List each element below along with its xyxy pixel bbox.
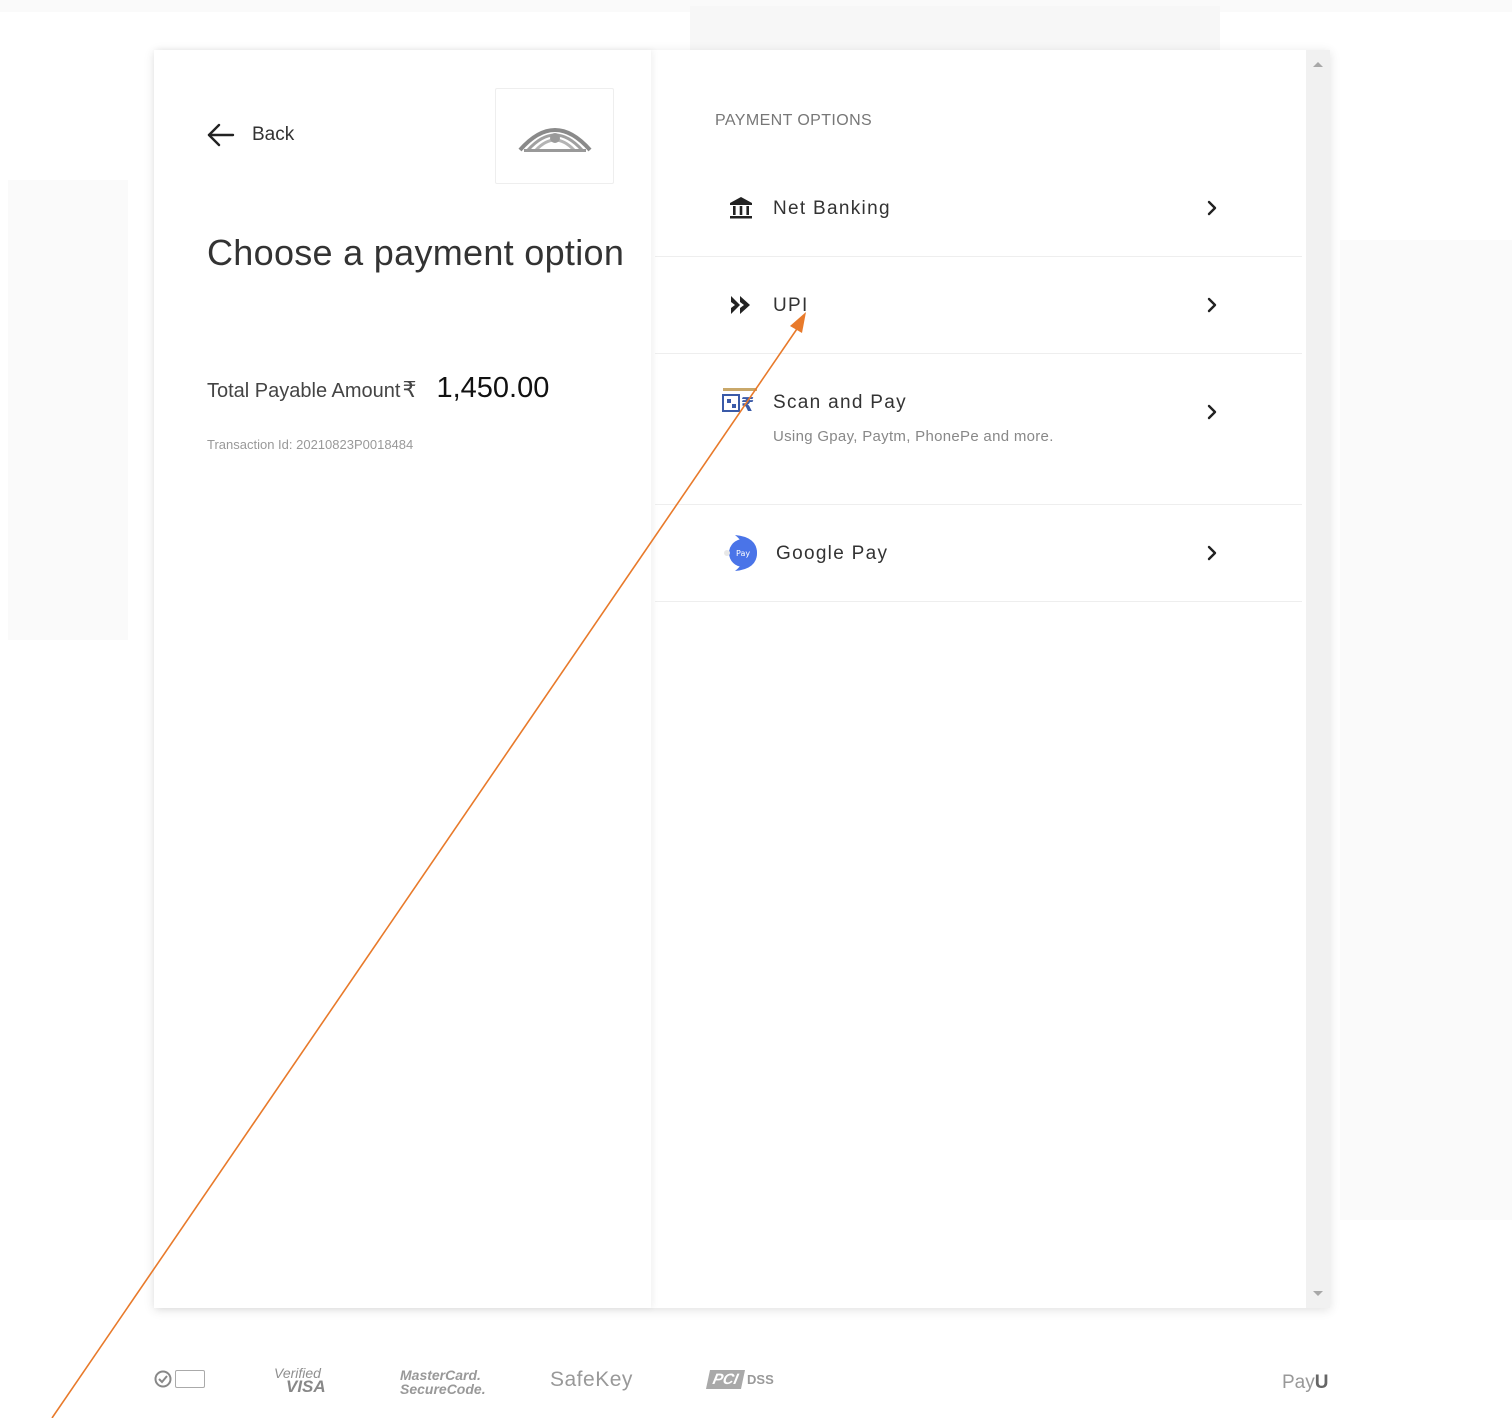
arrow-left-icon (207, 123, 235, 147)
visa-bottom-text: VISA (286, 1377, 326, 1396)
payment-card: Back Choose a payment option Total Payab… (154, 50, 1330, 1308)
option-title: Scan and Pay (773, 392, 907, 413)
option-title: Google Pay (776, 543, 889, 564)
upi-icon (721, 285, 761, 325)
background-band (690, 6, 1220, 50)
order-summary-panel: Back Choose a payment option Total Payab… (154, 50, 651, 1308)
payment-option-net-banking[interactable]: Net Banking (655, 160, 1302, 257)
payment-option-google-pay[interactable]: Pay Google Pay (655, 505, 1302, 602)
payment-option-scan-and-pay[interactable]: ₹ Scan and Pay Using Gpay, Paytm, PhoneP… (655, 354, 1302, 505)
background-band (1340, 240, 1512, 1220)
mastercard-top-text: MasterCard. (400, 1367, 481, 1383)
norton-secured-badge (154, 1370, 205, 1388)
mastercard-securecode-badge: MasterCard. SecureCode. (400, 1368, 486, 1396)
transaction-id: Transaction Id: 20210823P0018484 (207, 437, 414, 452)
payment-options-list: Net Banking UPI ₹ Scan and Pay Using Gpa… (655, 160, 1302, 602)
payu-logo: PayU (1282, 1372, 1328, 1394)
norton-logo (175, 1370, 205, 1388)
google-pay-icon: Pay (721, 533, 761, 573)
page-title: Choose a payment option (207, 232, 625, 273)
payment-options-panel: PAYMENT OPTIONS Net Banking UPI ₹ Scan a… (651, 50, 1330, 1308)
emblem-icon (517, 128, 592, 152)
amount-value: 1,450.00 (436, 372, 550, 404)
payment-option-upi[interactable]: UPI (655, 257, 1302, 354)
chevron-right-icon (1207, 404, 1217, 420)
background-band (8, 180, 128, 640)
bank-icon (721, 188, 761, 228)
svg-text:Pay: Pay (736, 549, 750, 558)
back-button[interactable]: Back (206, 120, 294, 150)
vertical-scrollbar[interactable] (1306, 50, 1330, 1308)
merchant-logo (495, 88, 614, 184)
chevron-right-icon (1207, 545, 1217, 561)
amount-label: Total Payable Amount (207, 380, 401, 402)
scroll-up-icon[interactable] (1313, 62, 1323, 67)
dss-text: DSS (747, 1372, 774, 1387)
back-label: Back (252, 124, 295, 145)
chevron-right-icon (1207, 297, 1217, 313)
scroll-down-icon[interactable] (1313, 1291, 1323, 1296)
qr-rupee-icon: ₹ (721, 382, 761, 422)
amex-safekey-badge: SafeKey (550, 1368, 633, 1391)
verified-by-visa-badge: Verified VISA (274, 1366, 326, 1396)
section-label: PAYMENT OPTIONS (715, 112, 873, 129)
pci-dss-badge: PCI DSS (705, 1370, 774, 1389)
option-subtitle: Using Gpay, Paytm, PhonePe and more. (773, 428, 1054, 445)
chevron-right-icon (1207, 200, 1217, 216)
svg-text:₹: ₹ (741, 394, 754, 416)
mastercard-bottom-text: SecureCode. (400, 1381, 486, 1397)
security-footer: Verified VISA MasterCard. SecureCode. Sa… (0, 1350, 1512, 1410)
payu-left-text: Pay (1282, 1372, 1315, 1393)
pci-text: PCI (705, 1370, 746, 1389)
checkmark-circle-icon (154, 1370, 172, 1388)
payu-right-text: U (1314, 1372, 1329, 1393)
amount-row: Total Payable Amount ₹ 1,450.00 (207, 372, 549, 405)
currency-symbol: ₹ (402, 377, 417, 402)
option-title: UPI (773, 295, 809, 316)
option-title: Net Banking (773, 198, 891, 219)
